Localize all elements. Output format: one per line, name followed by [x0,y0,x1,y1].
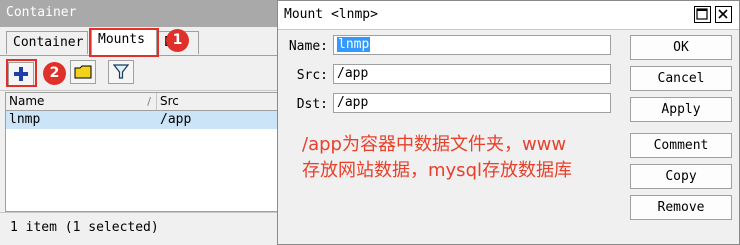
maximize-button[interactable] [694,6,711,23]
mounts-table: Name / Src lnmp /app [5,92,283,212]
annotation-line-1: /app为容器中数据文件夹，www [302,134,567,155]
container-titlebar: Container [0,0,282,27]
src-field[interactable]: /app [333,64,611,84]
tab-container[interactable]: Container [6,31,88,54]
sort-indicator: / [147,95,151,108]
table-row[interactable]: lnmp /app [6,111,283,129]
step-badge-1: 1 [166,29,189,52]
status-text: 1 item (1 selected) [10,220,159,235]
close-button[interactable] [715,6,732,23]
dst-field[interactable]: /app [333,93,611,113]
table-header: Name / Src [6,93,283,111]
status-bar: 1 item (1 selected) [0,212,282,245]
screen: Container Container Mounts E 1 [0,0,740,245]
dialog-titlebar: Mount <lnmp> [278,1,739,30]
filter-button[interactable] [108,60,134,84]
add-button-highlight [6,59,37,87]
folder-icon [74,65,92,79]
dst-value: /app [337,95,369,110]
tab-container-label: Container [13,35,84,50]
column-header-src[interactable]: Src [157,93,283,110]
src-value: /app [337,66,369,81]
container-window: Container Container Mounts E 1 [0,0,283,245]
maximize-icon [696,8,708,20]
mount-dialog: Mount <lnmp> Name: lnmp Src: /app Dst: /… [277,0,740,245]
ok-button[interactable]: OK [630,35,732,60]
dst-label: Dst: [296,97,328,112]
comment-button[interactable]: Comment [630,133,732,158]
column-header-name[interactable]: Name / [6,93,157,110]
annotation-line-2: 存放网站数据，mysql存放数据库 [302,160,572,181]
cancel-button[interactable]: Cancel [630,66,732,91]
mounts-tab-highlight [89,28,159,57]
close-icon [718,9,728,19]
cell-name: lnmp [9,112,41,127]
name-value: lnmp [337,37,371,52]
src-label: Src: [296,68,328,83]
remove-button[interactable]: Remove [630,195,732,220]
name-label: Name: [288,39,328,54]
dialog-title: Mount <lnmp> [284,7,378,22]
folder-button[interactable] [70,60,96,84]
copy-button[interactable]: Copy [630,164,732,189]
cell-src: /app [160,112,192,127]
step-badge-2: 2 [43,62,66,85]
apply-button[interactable]: Apply [630,97,732,122]
container-title: Container [6,5,77,20]
name-field[interactable]: lnmp [333,35,611,55]
filter-icon [113,64,129,79]
